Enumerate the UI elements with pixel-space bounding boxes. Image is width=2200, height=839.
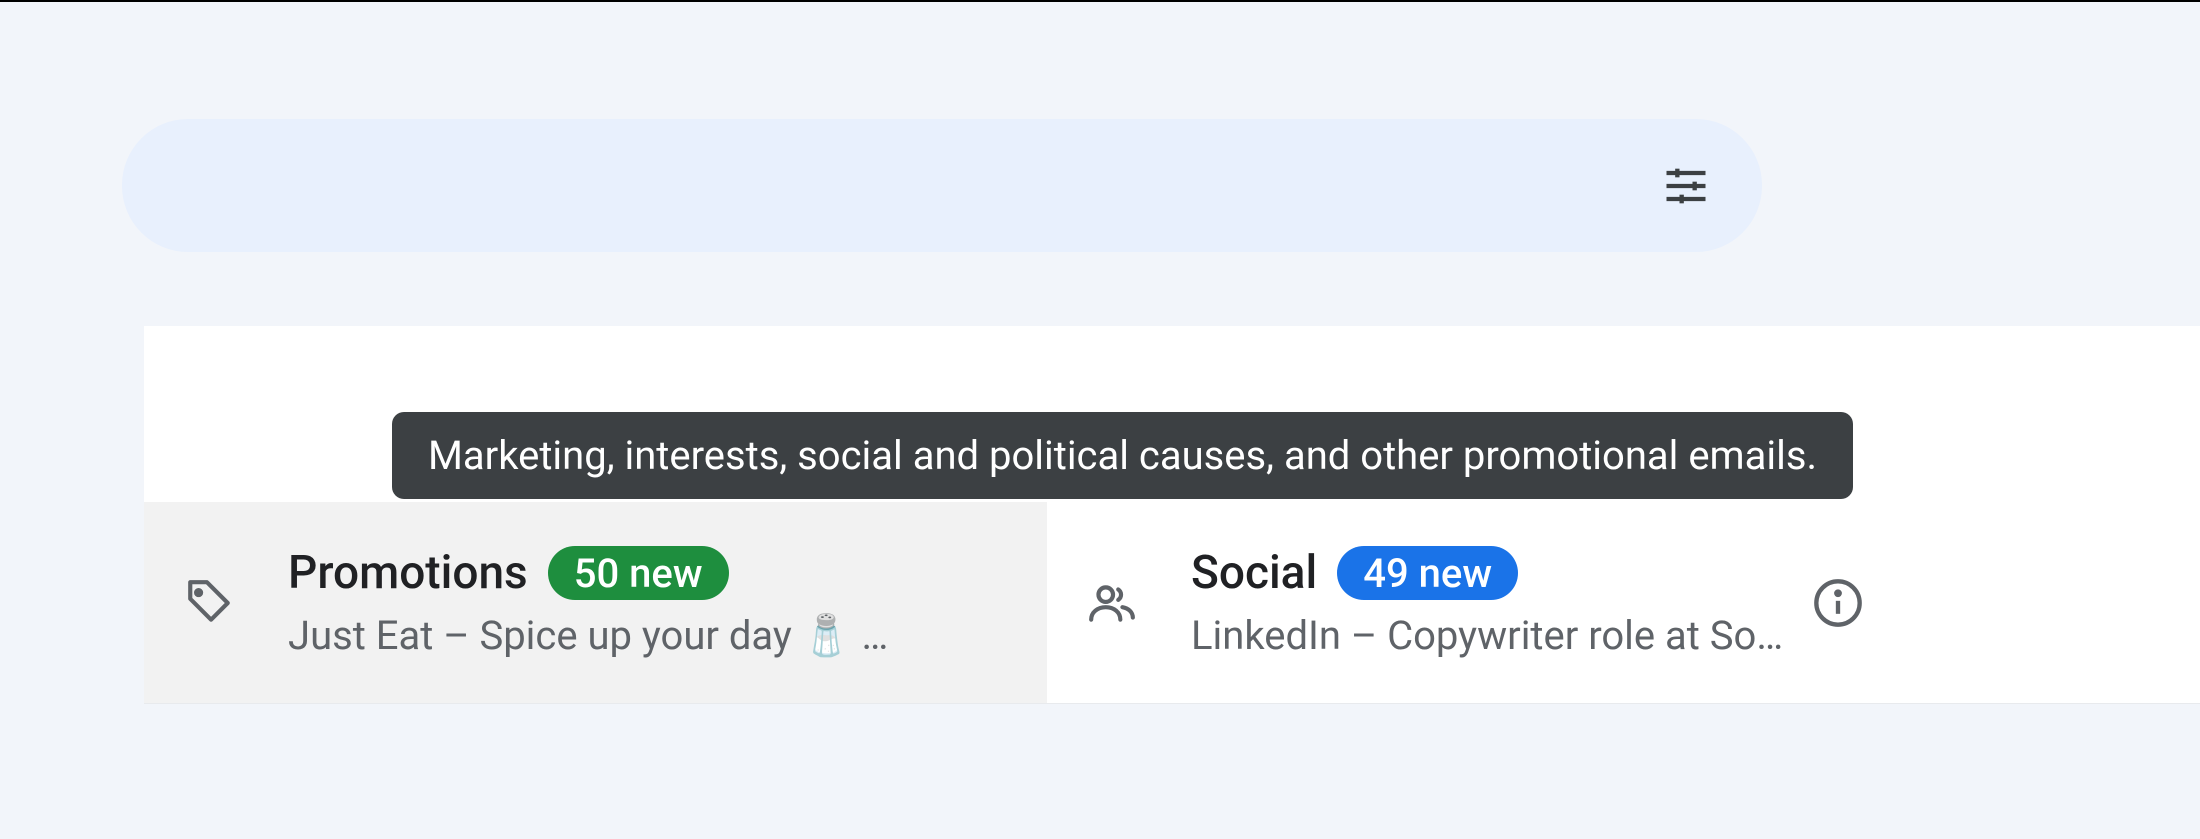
people-icon [1087, 578, 1137, 628]
tab-social[interactable]: Social 49 new LinkedIn – Copywriter role… [1047, 502, 1920, 703]
search-bar[interactable] [122, 119, 1762, 252]
tab-promotions[interactable]: Promotions 50 new Just Eat – Spice up yo… [144, 502, 1047, 703]
social-new-badge: 49 new [1337, 546, 1518, 600]
tab-promotions-label: Promotions [288, 546, 528, 600]
promotions-new-badge: 50 new [548, 546, 729, 600]
info-icon[interactable] [1812, 577, 1864, 629]
tag-icon [184, 578, 234, 628]
tune-icon[interactable] [1660, 160, 1712, 212]
tab-social-label: Social [1191, 546, 1317, 600]
social-preview-text: LinkedIn – Copywriter role at So… [1191, 612, 1880, 659]
tooltip-text: Marketing, interests, social and politic… [428, 432, 1817, 479]
promotions-tooltip: Marketing, interests, social and politic… [392, 412, 1853, 499]
category-tabs-row: Promotions 50 new Just Eat – Spice up yo… [144, 502, 2200, 704]
promotions-preview-text: Just Eat – Spice up your day 🧂 … [288, 612, 988, 659]
